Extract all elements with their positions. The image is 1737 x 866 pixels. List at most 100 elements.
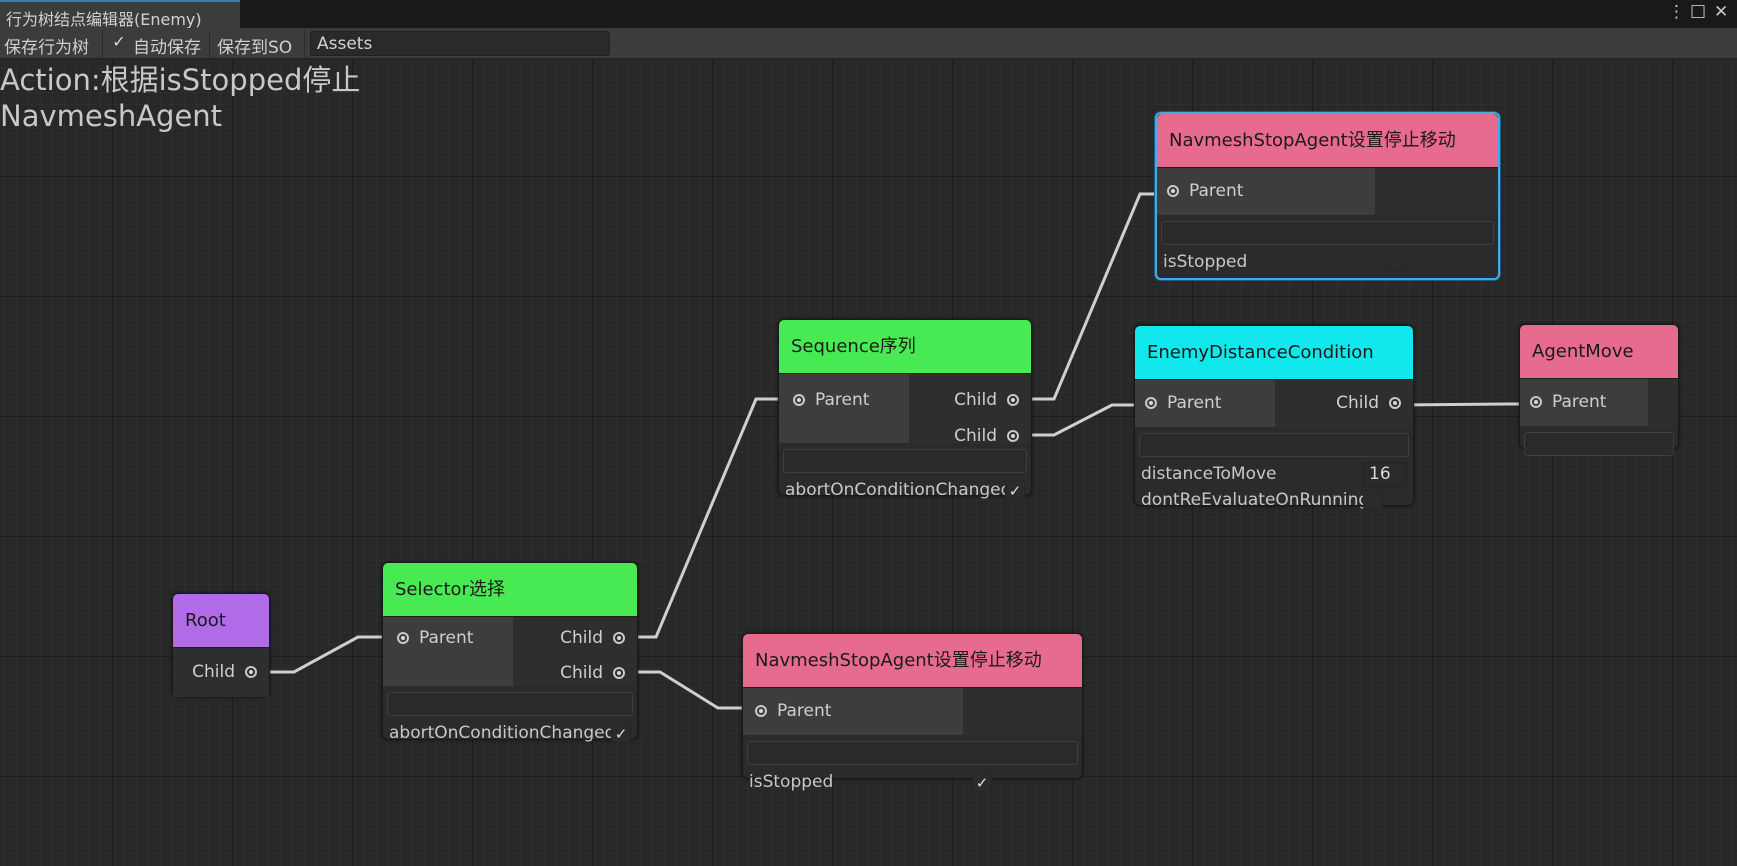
port-label: Parent bbox=[419, 628, 474, 648]
edge-root-to-selector bbox=[258, 635, 384, 674]
save-tree-button[interactable]: 保存行为树 bbox=[0, 31, 93, 58]
edge-distance-to-agentmove bbox=[1396, 402, 1524, 407]
stop-agent-bottom-parent-port[interactable]: Parent bbox=[755, 701, 831, 721]
stop-agent-bottom-output-container bbox=[963, 688, 1082, 735]
root-node[interactable]: Root Child bbox=[172, 593, 270, 697]
stop-agent-top-ports: Parent bbox=[1157, 167, 1498, 215]
navmesh-stop-agent-node-top[interactable]: NavmeshStopAgent设置停止移动 Parent isStopped bbox=[1155, 112, 1500, 280]
port-label: Child bbox=[560, 663, 603, 683]
distance-child-port[interactable]: Child bbox=[1336, 393, 1401, 413]
editor-tab[interactable]: 行为树结点编辑器(Enemy) bbox=[0, 0, 240, 29]
edge-selector-to-stop-bottom bbox=[622, 670, 750, 710]
save-to-so-button[interactable]: 保存到SO bbox=[213, 31, 296, 58]
port-connector-icon[interactable] bbox=[1007, 430, 1019, 442]
navmesh-stop-agent-node-bottom[interactable]: NavmeshStopAgent设置停止移动 Parent isStopped … bbox=[742, 633, 1083, 792]
edge-selector-to-sequence bbox=[622, 397, 780, 639]
agent-move-parent-port[interactable]: Parent bbox=[1530, 392, 1606, 412]
port-label: Parent bbox=[1167, 393, 1222, 413]
window-titlebar: 行为树结点编辑器(Enemy) ⋮ □ ✕ bbox=[0, 0, 1737, 29]
selector-node[interactable]: Selector选择 Parent Child Child abortOnCon… bbox=[382, 562, 638, 743]
stop-agent-top-title: NavmeshStopAgent设置停止移动 bbox=[1157, 114, 1498, 167]
close-icon[interactable]: ✕ bbox=[1714, 2, 1728, 22]
port-label: Parent bbox=[1552, 392, 1607, 412]
port-label: Parent bbox=[1189, 181, 1244, 201]
selector-input-container: Parent bbox=[383, 617, 513, 686]
sequence-node-ports: Parent Child Child bbox=[779, 373, 1031, 446]
distance-node-ports: Parent Child bbox=[1135, 379, 1413, 427]
port-label: Parent bbox=[815, 390, 870, 410]
distance-node-title: EnemyDistanceCondition bbox=[1135, 326, 1413, 379]
port-connector-icon[interactable] bbox=[755, 705, 767, 717]
selector-child-port-1[interactable]: Child bbox=[560, 628, 625, 648]
port-connector-icon[interactable] bbox=[1145, 397, 1157, 409]
stop-agent-top-extension-slot bbox=[1161, 221, 1494, 245]
agent-move-ports: Parent bbox=[1520, 378, 1678, 426]
sequence-node-title: Sequence序列 bbox=[779, 320, 1031, 373]
port-label: Child bbox=[192, 662, 235, 682]
distance-input-container: Parent bbox=[1135, 380, 1275, 427]
field-label: dontReEvaluateOnRunning bbox=[1141, 490, 1370, 510]
dont-reevaluate-checkbox[interactable] bbox=[1363, 490, 1383, 510]
port-connector-icon[interactable] bbox=[1167, 185, 1179, 197]
port-label: Child bbox=[560, 628, 603, 648]
sequence-parent-port[interactable]: Parent bbox=[793, 390, 869, 410]
stop-agent-bottom-title: NavmeshStopAgent设置停止移动 bbox=[743, 634, 1082, 687]
selector-node-ports: Parent Child Child bbox=[383, 616, 637, 686]
sequence-input-container: Parent bbox=[779, 374, 909, 443]
stop-agent-top-isstopped-field: isStopped bbox=[1157, 249, 1498, 275]
window-menu-icon[interactable]: ⋮ bbox=[1668, 2, 1685, 22]
field-label: distanceToMove bbox=[1141, 464, 1277, 484]
selector-parent-port[interactable]: Parent bbox=[397, 628, 473, 648]
distance-parent-port[interactable]: Parent bbox=[1145, 393, 1221, 413]
field-label: abortOnConditionChanged bbox=[389, 723, 616, 743]
path-input[interactable]: Assets bbox=[310, 31, 610, 56]
is-stopped-checkbox[interactable] bbox=[1386, 252, 1406, 272]
root-node-ports: Child bbox=[173, 647, 269, 697]
selector-child-port-2[interactable]: Child bbox=[560, 663, 625, 683]
port-connector-icon[interactable] bbox=[1007, 394, 1019, 406]
sequence-node[interactable]: Sequence序列 Parent Child Child abortOnCon… bbox=[778, 319, 1032, 500]
sequence-output-container: Child Child bbox=[909, 374, 1031, 446]
auto-save-label[interactable]: 自动保存 bbox=[129, 31, 205, 58]
port-connector-icon[interactable] bbox=[1530, 396, 1542, 408]
port-connector-icon[interactable] bbox=[1389, 397, 1401, 409]
port-connector-icon[interactable] bbox=[793, 394, 805, 406]
root-child-port[interactable]: Child bbox=[192, 662, 257, 682]
field-label: abortOnConditionChanged bbox=[785, 480, 1012, 500]
abort-on-condition-checkbox[interactable]: ✓ bbox=[611, 723, 631, 743]
stop-agent-bottom-input-container: Parent bbox=[743, 688, 963, 735]
stop-agent-top-parent-port[interactable]: Parent bbox=[1167, 181, 1243, 201]
port-connector-icon[interactable] bbox=[397, 632, 409, 644]
auto-save-checkbox[interactable]: ✓ bbox=[110, 33, 128, 51]
agent-move-title: AgentMove bbox=[1520, 325, 1678, 378]
sequence-child-port-2[interactable]: Child bbox=[954, 426, 1019, 446]
toolbar: 保存行为树 ✓ 自动保存 保存到SO Assets bbox=[0, 28, 1737, 59]
toolbar-divider bbox=[102, 30, 103, 57]
toolbar-divider bbox=[304, 30, 305, 57]
dont-reevaluate-field: dontReEvaluateOnRunning bbox=[1135, 487, 1413, 513]
port-connector-icon[interactable] bbox=[613, 667, 625, 679]
is-stopped-checkbox[interactable]: ✓ bbox=[972, 772, 992, 792]
distance-to-move-input[interactable]: 16 bbox=[1363, 462, 1407, 487]
toolbar-divider bbox=[209, 30, 210, 57]
port-connector-icon[interactable] bbox=[245, 666, 257, 678]
agent-move-input-container: Parent bbox=[1520, 379, 1648, 426]
abort-on-condition-checkbox[interactable]: ✓ bbox=[1005, 480, 1025, 500]
agent-move-node[interactable]: AgentMove Parent bbox=[1519, 324, 1679, 456]
distance-output-container: Child bbox=[1275, 380, 1413, 427]
field-label: isStopped bbox=[1163, 252, 1248, 272]
agent-move-extension-slot bbox=[1524, 432, 1674, 456]
enemy-distance-condition-node[interactable]: EnemyDistanceCondition Parent Child dist… bbox=[1134, 325, 1414, 510]
port-label: Child bbox=[1336, 393, 1379, 413]
maximize-icon[interactable]: □ bbox=[1690, 1, 1706, 21]
sequence-child-port-1[interactable]: Child bbox=[954, 390, 1019, 410]
field-label: isStopped bbox=[749, 772, 834, 792]
port-label: Child bbox=[954, 390, 997, 410]
editor-tab-title: 行为树结点编辑器(Enemy) bbox=[6, 10, 202, 29]
stop-agent-bottom-isstopped-field: isStopped ✓ bbox=[743, 769, 1082, 795]
port-connector-icon[interactable] bbox=[613, 632, 625, 644]
port-label: Child bbox=[954, 426, 997, 446]
root-output-container: Child bbox=[173, 648, 269, 697]
graph-canvas[interactable]: Action:根据isStopped停止NavmeshAgent Root Ch… bbox=[0, 60, 1737, 866]
stop-agent-bottom-extension-slot bbox=[747, 741, 1078, 765]
